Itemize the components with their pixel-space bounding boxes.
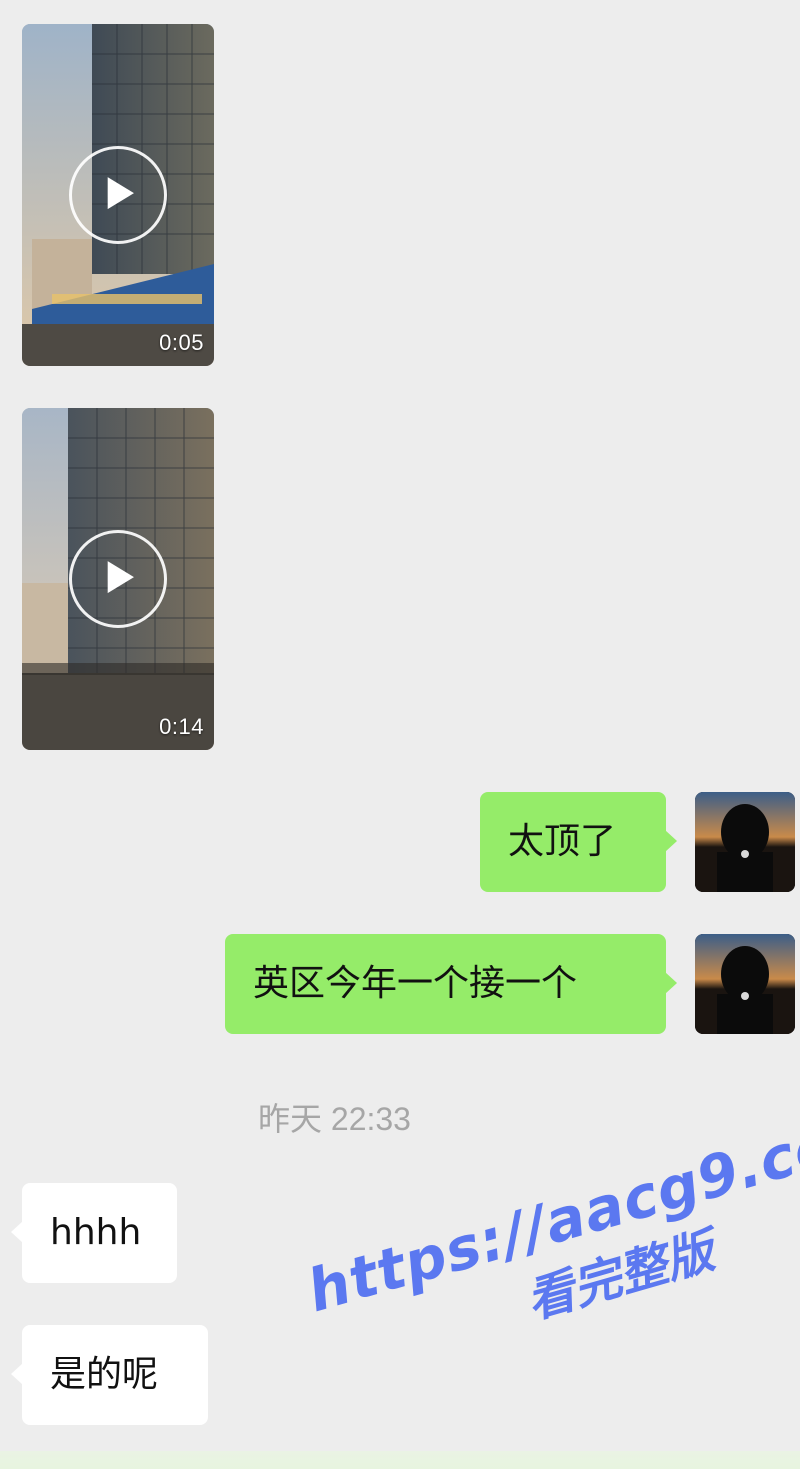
play-icon	[107, 561, 134, 594]
play-button[interactable]	[69, 530, 167, 628]
avatar[interactable]	[695, 792, 795, 892]
video-duration: 0:14	[159, 714, 204, 739]
avatar[interactable]	[695, 934, 795, 1034]
outgoing-message-bubble[interactable]: 英区今年一个接一个	[225, 934, 677, 1034]
input-bar-edge	[0, 1451, 800, 1469]
incoming-message-bubble[interactable]: hhhh	[11, 1183, 177, 1283]
play-icon	[107, 177, 134, 210]
video-duration: 0:05	[159, 330, 204, 355]
message-text: 是的呢	[50, 1354, 159, 1395]
message-text: 英区今年一个接一个	[253, 963, 578, 1004]
incoming-message-bubble[interactable]: 是的呢	[11, 1325, 208, 1425]
user-avatar-image	[695, 792, 795, 892]
message-text: 太顶了	[508, 821, 617, 862]
message-timestamp: 昨天 22:33	[258, 1101, 411, 1137]
video-message[interactable]: 0:05	[22, 24, 214, 366]
outgoing-message-bubble[interactable]: 太顶了	[480, 792, 677, 892]
user-avatar-image	[695, 934, 795, 1034]
play-button[interactable]	[69, 146, 167, 244]
chat-screen: 0:05 0:14 太顶了 英区今年一个接一个 昨天 22:33 hhhh 是的…	[0, 0, 800, 1469]
message-text: hhhh	[50, 1212, 142, 1253]
watermark-subtitle: 看完整版	[520, 1222, 721, 1330]
video-message[interactable]: 0:14	[22, 408, 214, 750]
